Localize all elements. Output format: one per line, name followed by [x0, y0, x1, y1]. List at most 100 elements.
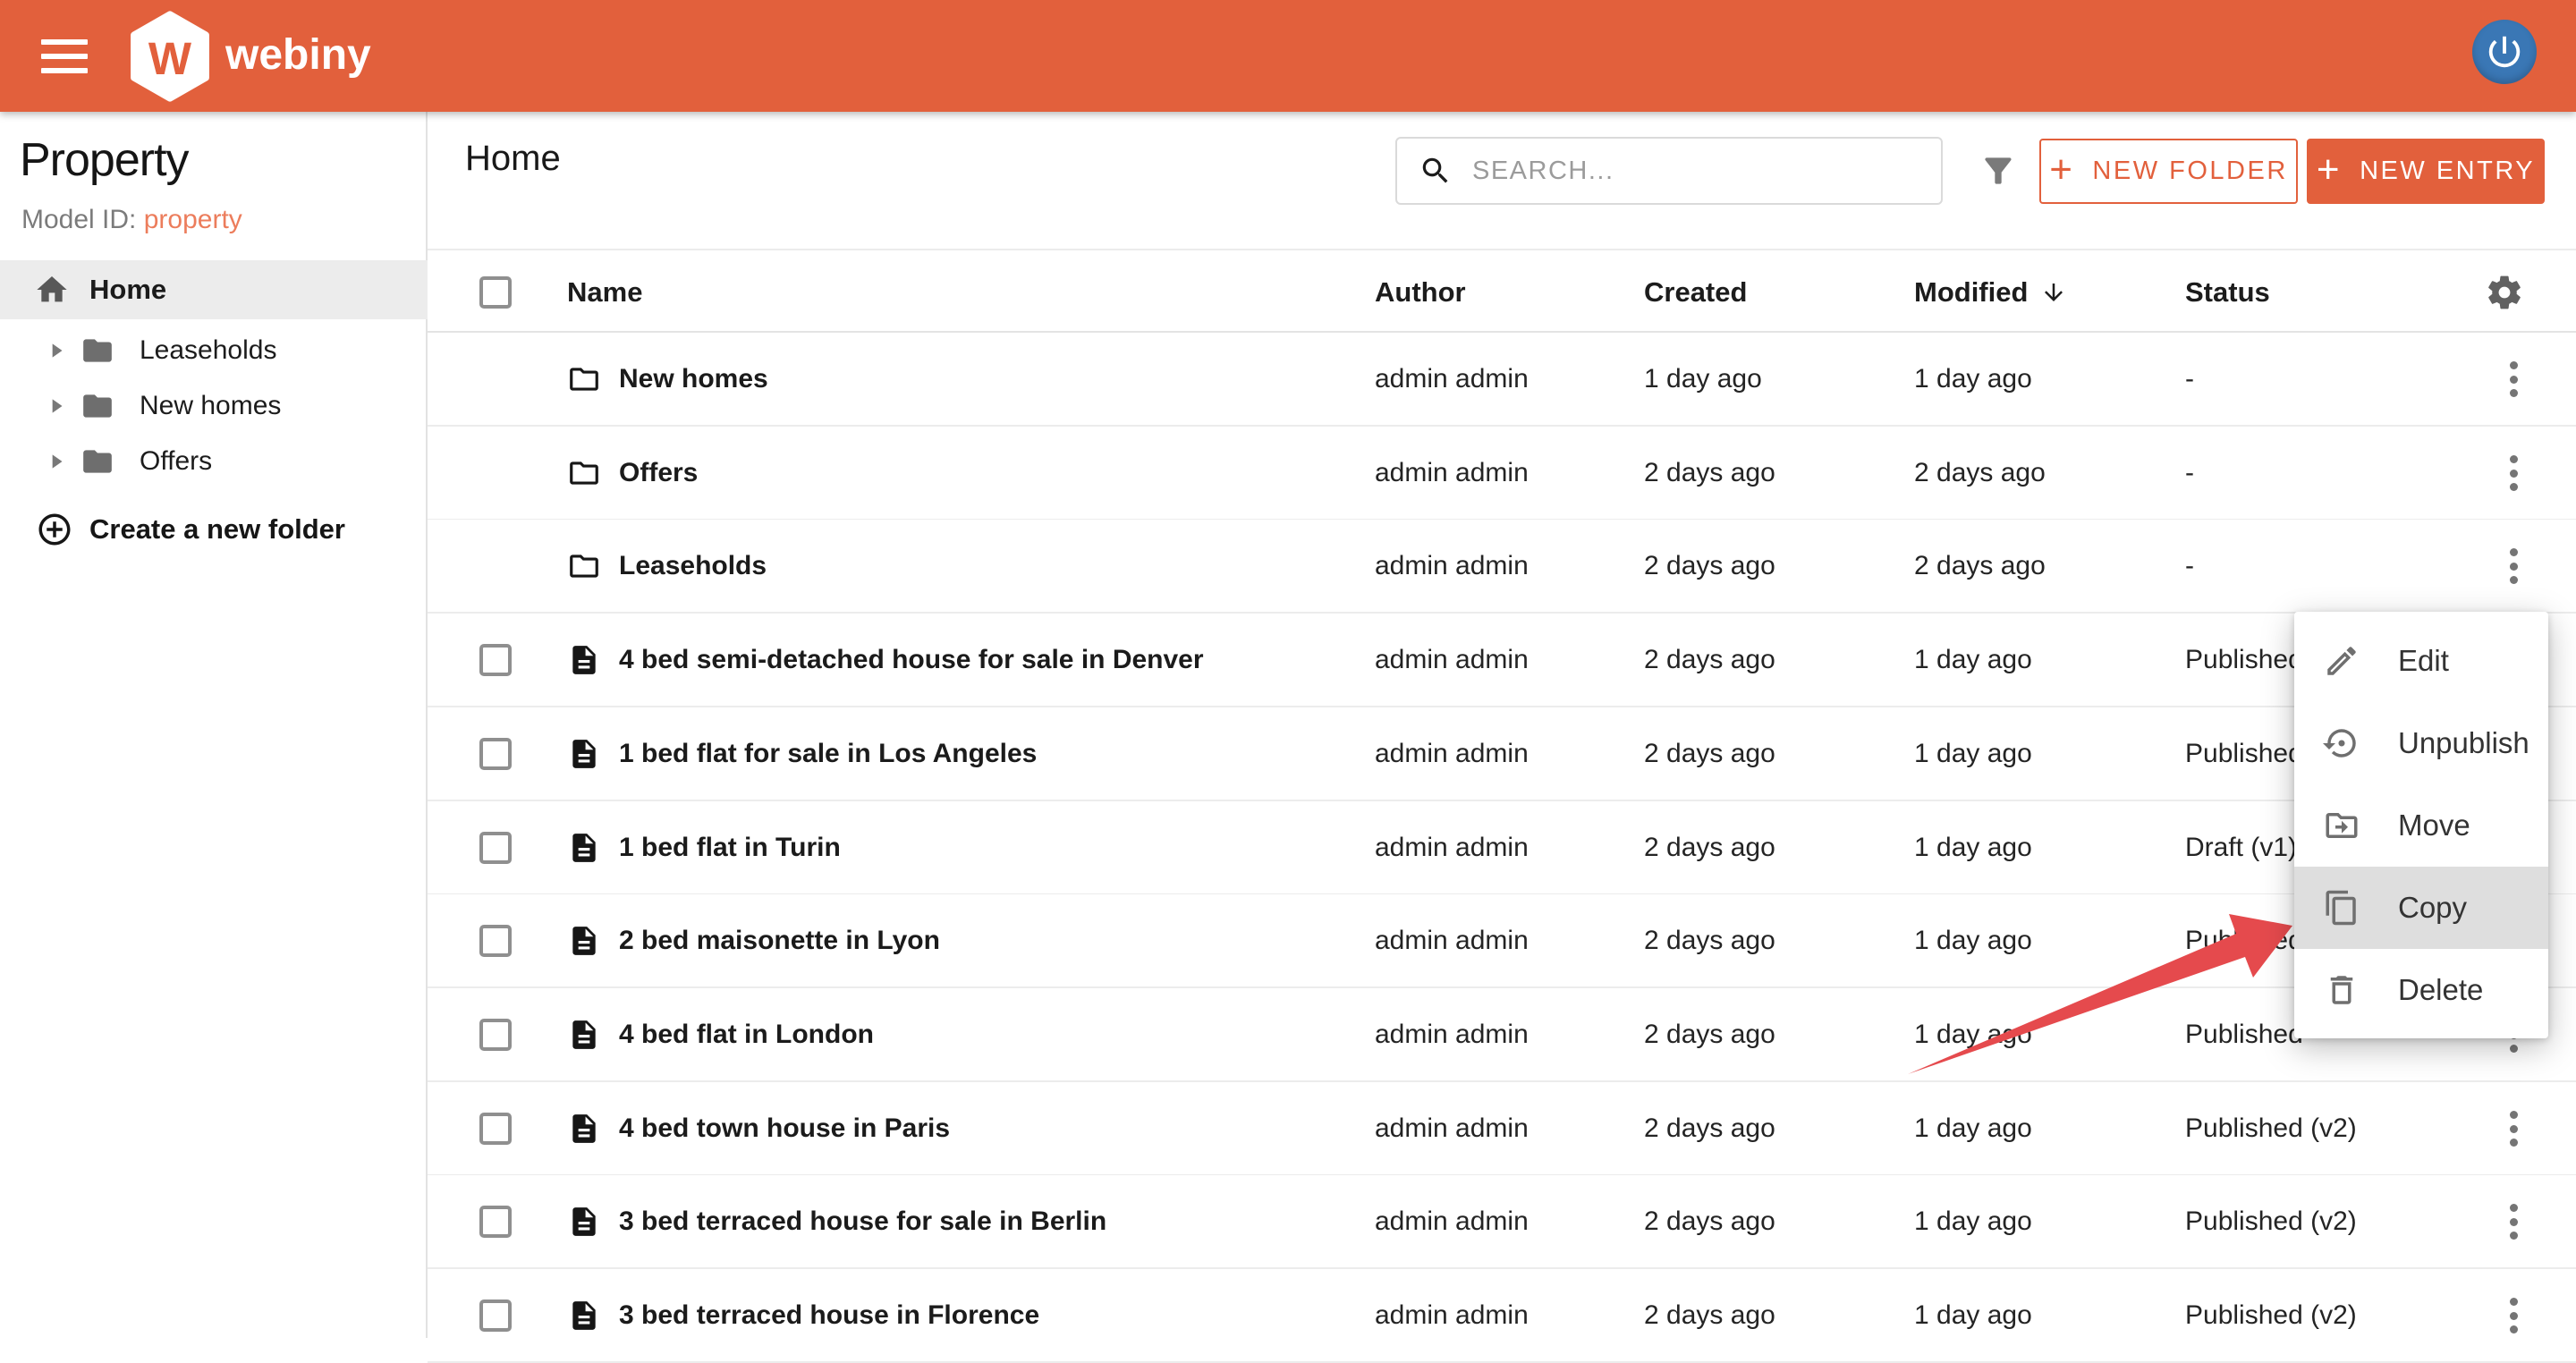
row-author: admin admin [1375, 1206, 1529, 1236]
user-avatar[interactable] [2472, 20, 2537, 84]
row-name[interactable]: 4 bed town house in Paris [619, 1082, 950, 1174]
row-author: admin admin [1375, 832, 1529, 862]
context-menu-item-copy[interactable]: Copy [2294, 867, 2548, 949]
context-menu-item-unpublish[interactable]: Unpublish [2294, 702, 2548, 784]
create-folder-button[interactable]: Create a new folder [0, 502, 428, 557]
row-checkbox[interactable] [479, 644, 512, 676]
context-menu-item-delete[interactable]: Delete [2294, 949, 2548, 1031]
row-name[interactable]: 2 bed maisonette in Lyon [619, 894, 940, 986]
row-name[interactable]: 3 bed terraced house in Florence [619, 1269, 1039, 1361]
row-created: 2 days ago [1644, 1206, 1775, 1236]
row-status: Published [2185, 738, 2303, 768]
column-header-status[interactable]: Status [2185, 250, 2270, 334]
document-icon [567, 924, 601, 958]
table-row-entry[interactable]: 3 bed terraced house for sale in Berlin a… [428, 1175, 2576, 1269]
sidebar-folder-item[interactable]: New homes [0, 378, 428, 434]
table-row-entry[interactable]: 2 bed maisonette in Lyon admin admin 2 day… [428, 894, 2576, 988]
new-folder-button[interactable]: + NEW FOLDER [2039, 139, 2298, 204]
row-name[interactable]: 1 bed flat for sale in Los Angeles [619, 707, 1037, 800]
document-icon [567, 1018, 601, 1052]
table-row-folder[interactable]: New homes admin admin 1 day ago 1 day ago - [428, 333, 2576, 427]
row-actions-kebab-icon[interactable] [2496, 1109, 2531, 1148]
sidebar-folder-label: Leaseholds [140, 335, 277, 365]
new-entry-button[interactable]: + NEW ENTRY [2307, 139, 2545, 204]
context-menu-label: Copy [2398, 891, 2468, 924]
sidebar-item-home[interactable]: Home [0, 260, 428, 319]
column-header-created[interactable]: Created [1644, 250, 1747, 334]
row-checkbox[interactable] [479, 1113, 512, 1145]
home-icon [34, 272, 70, 308]
row-name[interactable]: 4 bed semi-detached house for sale in De… [619, 614, 1204, 706]
row-name[interactable]: New homes [619, 333, 768, 425]
row-actions-kebab-icon[interactable] [2496, 360, 2531, 399]
context-menu-label: Edit [2398, 644, 2449, 677]
row-name[interactable]: Leaseholds [619, 520, 767, 612]
caret-right-icon[interactable] [45, 450, 68, 473]
row-author: admin admin [1375, 1300, 1529, 1330]
column-header-name[interactable]: Name [567, 250, 642, 334]
table-row-entry[interactable]: 4 bed town house in Paris admin admin 2 da… [428, 1082, 2576, 1176]
plus-icon: + [2316, 147, 2343, 191]
folder-icon [80, 389, 114, 423]
folder-icon [567, 362, 601, 396]
sort-descending-icon [2040, 279, 2067, 306]
row-actions-kebab-icon[interactable] [2496, 1296, 2531, 1335]
sidebar-folder-label: New homes [140, 391, 282, 420]
table-settings-gear-icon[interactable] [2485, 273, 2524, 312]
table-body: New homes admin admin 1 day ago 1 day ago - O… [428, 333, 2576, 1363]
model-id-value[interactable]: property [144, 205, 242, 234]
table-row-entry[interactable]: 4 bed flat in London admin admin 2 days ag… [428, 988, 2576, 1082]
table-row-folder[interactable]: Leaseholds admin admin 2 days ago 2 days ag… [428, 520, 2576, 614]
table-row-entry[interactable]: 3 bed terraced house in Florence admin ad… [428, 1269, 2576, 1363]
sidebar-folder-item[interactable]: Offers [0, 434, 428, 489]
context-menu-item-move[interactable]: Move [2294, 784, 2548, 867]
row-actions-kebab-icon[interactable] [2496, 453, 2531, 493]
row-checkbox[interactable] [479, 1206, 512, 1238]
row-name[interactable]: 4 bed flat in London [619, 988, 874, 1080]
context-menu-item-edit[interactable]: Edit [2294, 620, 2548, 702]
caret-right-icon[interactable] [45, 394, 68, 418]
plus-icon: + [2049, 147, 2075, 191]
column-header-modified[interactable]: Modified [1914, 250, 2067, 334]
sidebar-folder-item[interactable]: Leaseholds [0, 323, 428, 378]
filter-icon[interactable] [1979, 151, 2018, 190]
row-author: admin admin [1375, 738, 1529, 768]
search-input[interactable] [1472, 156, 1937, 186]
folder-icon [80, 334, 114, 368]
model-id-label: Model ID: [21, 205, 137, 234]
row-modified: 1 day ago [1914, 1113, 2032, 1143]
row-checkbox[interactable] [479, 832, 512, 864]
pencil-icon [2323, 642, 2360, 680]
folder-icon [567, 456, 601, 490]
row-name[interactable]: 3 bed terraced house for sale in Berlin [619, 1175, 1106, 1267]
caret-right-icon[interactable] [45, 339, 68, 362]
model-id-line: Model ID: property [21, 205, 242, 235]
sidebar: Property Model ID: property Home Leaseho… [0, 112, 428, 1338]
context-menu-label: Unpublish [2398, 726, 2529, 759]
row-checkbox[interactable] [479, 738, 512, 770]
row-actions-kebab-icon[interactable] [2496, 546, 2531, 586]
row-author: admin admin [1375, 457, 1529, 487]
hamburger-menu-icon[interactable] [41, 39, 88, 73]
table-row-entry[interactable]: 1 bed flat for sale in Los Angeles admin … [428, 707, 2576, 801]
document-icon [567, 1112, 601, 1146]
row-created: 2 days ago [1644, 925, 1775, 955]
table-row-entry[interactable]: 1 bed flat in Turin admin admin 2 days ago… [428, 801, 2576, 895]
row-checkbox[interactable] [479, 1019, 512, 1051]
row-name[interactable]: Offers [619, 427, 698, 519]
row-status: Published [2185, 1019, 2303, 1049]
table-row-entry[interactable]: 4 bed semi-detached house for sale in De… [428, 614, 2576, 707]
webiny-logo-icon[interactable]: W [127, 11, 213, 102]
row-status: Published [2185, 644, 2303, 674]
move-icon [2323, 807, 2360, 844]
row-actions-kebab-icon[interactable] [2496, 1202, 2531, 1241]
row-checkbox[interactable] [479, 1300, 512, 1332]
select-all-checkbox[interactable] [479, 276, 512, 309]
row-modified: 1 day ago [1914, 1206, 2032, 1236]
row-status: - [2185, 363, 2194, 394]
row-checkbox[interactable] [479, 925, 512, 957]
column-header-author[interactable]: Author [1375, 250, 1466, 334]
table-row-folder[interactable]: Offers admin admin 2 days ago 2 days ago - [428, 427, 2576, 521]
row-author: admin admin [1375, 550, 1529, 580]
row-name[interactable]: 1 bed flat in Turin [619, 801, 841, 893]
